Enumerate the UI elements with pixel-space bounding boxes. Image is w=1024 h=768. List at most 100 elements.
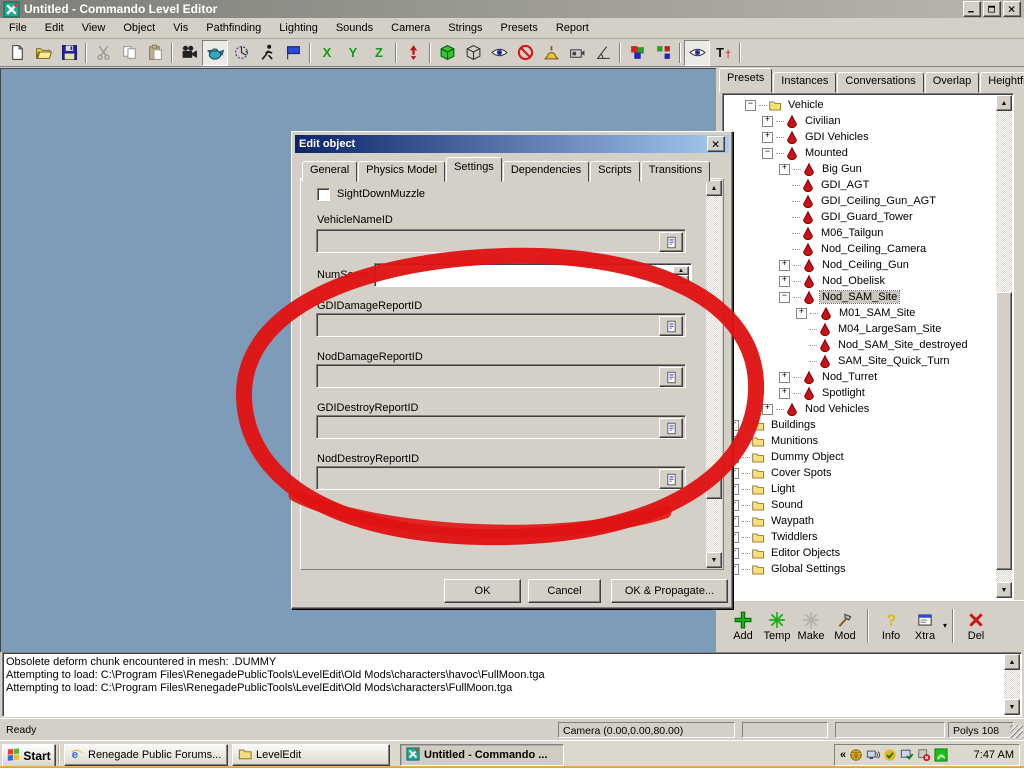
tree-row[interactable]: + Nod Vehicles <box>724 401 995 417</box>
tree-label[interactable]: Nod_Ceiling_Camera <box>819 243 928 255</box>
tree-label[interactable]: Nod_Turret <box>820 371 879 383</box>
dialog-tab-dependencies[interactable]: Dependencies <box>503 161 589 182</box>
field-input-gdidamagereportid[interactable] <box>316 313 686 337</box>
tree-label[interactable]: M01_SAM_Site <box>837 307 917 319</box>
field-input-vehiclenameid[interactable] <box>316 229 686 253</box>
tree-row[interactable]: +Editor Objects <box>724 545 995 561</box>
tree-label[interactable]: Civilian <box>803 115 842 127</box>
expand-icon[interactable]: + <box>779 388 790 399</box>
minimize-button[interactable] <box>963 1 981 17</box>
tree-row[interactable]: + GDI Vehicles <box>724 129 995 145</box>
tree-label[interactable]: Editor Objects <box>769 547 842 559</box>
expand-icon[interactable]: + <box>779 372 790 383</box>
tree-row[interactable]: +Munitions <box>724 433 995 449</box>
collapse-icon[interactable]: − <box>762 148 773 159</box>
tree-scroll-thumb[interactable] <box>996 292 1012 570</box>
tree-row[interactable]: +Cover Spots <box>724 465 995 481</box>
axis-x-button[interactable]: X <box>314 40 340 66</box>
tree-label[interactable]: Sound <box>769 499 805 511</box>
tree-label[interactable]: Waypath <box>769 515 816 527</box>
tree-row[interactable]: −Vehicle <box>724 97 995 113</box>
volume-icon[interactable] <box>866 748 880 762</box>
make-button[interactable]: Make <box>794 610 828 642</box>
tab-heightfield[interactable]: Heightfield <box>980 72 1024 93</box>
tree-label[interactable]: Nod_SAM_Site_destroyed <box>836 339 970 351</box>
ok-button[interactable]: OK <box>444 579 521 603</box>
maximize-button[interactable] <box>983 1 1001 17</box>
tree-label[interactable]: GDI_AGT <box>819 179 871 191</box>
tab-instances[interactable]: Instances <box>773 72 836 93</box>
render-teapot-button[interactable] <box>202 40 228 66</box>
tree-label[interactable]: GDI Vehicles <box>803 131 871 143</box>
mod-button[interactable]: Mod <box>828 610 862 642</box>
dialog-scroll-up-icon[interactable]: ▲ <box>706 180 722 196</box>
tree-label[interactable]: Nod_Obelisk <box>820 275 887 287</box>
string-picker-button[interactable] <box>659 469 683 489</box>
hide-tray-chevron-icon[interactable]: « <box>840 749 846 761</box>
tree-label[interactable]: Nod Vehicles <box>803 403 871 415</box>
taskbar-task-3[interactable]: Untitled - Commando ... <box>400 744 564 766</box>
collapse-icon[interactable]: − <box>745 100 756 111</box>
tree-row[interactable]: + M01_SAM_Site <box>724 305 995 321</box>
menu-report[interactable]: Report <box>547 20 598 36</box>
string-picker-button[interactable] <box>659 367 683 387</box>
wireframe-view-button[interactable] <box>460 40 486 66</box>
vertical-move-button[interactable] <box>400 40 426 66</box>
tree-label[interactable]: Buildings <box>769 419 818 431</box>
group-objects-button[interactable] <box>624 40 650 66</box>
camera-mode-button[interactable] <box>176 40 202 66</box>
dialog-tab-settings[interactable]: Settings <box>446 157 502 182</box>
expand-icon[interactable]: + <box>796 308 807 319</box>
expand-icon[interactable]: + <box>762 404 773 415</box>
tree-label[interactable]: Spotlight <box>820 387 867 399</box>
tree-row[interactable]: +Buildings <box>724 417 995 433</box>
tree-label[interactable]: M06_Tailgun <box>819 227 885 239</box>
expand-icon[interactable]: + <box>762 116 773 127</box>
dialog-tab-transitions[interactable]: Transitions <box>641 161 710 182</box>
tree-label[interactable]: Nod_Ceiling_Gun <box>820 259 911 271</box>
tree-row[interactable]: +Waypath <box>724 513 995 529</box>
tree-row[interactable]: +Sound <box>724 497 995 513</box>
offline-alert-icon[interactable] <box>917 748 931 762</box>
log-scroll-down-icon[interactable]: ▼ <box>1004 699 1020 715</box>
spin-up-icon[interactable]: ▲ <box>673 266 689 275</box>
tree-label[interactable]: SAM_Site_Quick_Turn <box>836 355 951 367</box>
menu-strings[interactable]: Strings <box>439 20 491 36</box>
angle-tool-button[interactable] <box>590 40 616 66</box>
walk-mode-button[interactable] <box>254 40 280 66</box>
paste-button[interactable] <box>142 40 168 66</box>
network-globe-icon[interactable] <box>849 748 863 762</box>
tree-row[interactable]: Nod_SAM_Site_destroyed <box>724 337 995 353</box>
string-picker-button[interactable] <box>659 316 683 336</box>
expand-icon[interactable]: + <box>779 276 790 287</box>
tree-label[interactable]: Dummy Object <box>769 451 846 463</box>
numseats-spinner[interactable]: ▲▼ <box>374 263 692 287</box>
tree-scroll-down-icon[interactable]: ▼ <box>996 582 1012 598</box>
tree-row[interactable]: GDI_Guard_Tower <box>724 209 995 225</box>
string-picker-button[interactable] <box>659 418 683 438</box>
field-input-noddamagereportid[interactable] <box>316 364 686 388</box>
tree-row[interactable]: + Nod_Obelisk <box>724 273 995 289</box>
dialog-tab-physics-model[interactable]: Physics Model <box>358 161 445 182</box>
tree-row[interactable]: +Light <box>724 481 995 497</box>
menu-camera[interactable]: Camera <box>382 20 439 36</box>
waypoint-flag-button[interactable] <box>280 40 306 66</box>
tab-presets[interactable]: Presets <box>719 68 772 93</box>
dialog-close-icon[interactable] <box>707 136 725 152</box>
menu-file[interactable]: File <box>0 20 36 36</box>
cancel-button[interactable]: Cancel <box>528 579 601 603</box>
tree-label[interactable]: GDI_Ceiling_Gun_AGT <box>819 195 938 207</box>
security-shield-icon[interactable] <box>883 748 897 762</box>
tree-label[interactable]: GDI_Guard_Tower <box>819 211 915 223</box>
orbit-mode-button[interactable] <box>228 40 254 66</box>
expand-icon[interactable]: + <box>762 132 773 143</box>
tree-row[interactable]: + Nod_Ceiling_Gun <box>724 257 995 273</box>
field-input-noddestroyreportid[interactable] <box>316 466 686 490</box>
tree-row[interactable]: GDI_AGT <box>724 177 995 193</box>
taskbar-task-1[interactable]: eRenegade Public Forums... <box>64 744 228 766</box>
expand-icon[interactable]: + <box>779 260 790 271</box>
new-document-button[interactable] <box>4 40 30 66</box>
tree-label[interactable]: Mounted <box>803 147 850 159</box>
xtra-button[interactable]: Xtra <box>908 610 942 642</box>
menu-view[interactable]: View <box>73 20 115 36</box>
